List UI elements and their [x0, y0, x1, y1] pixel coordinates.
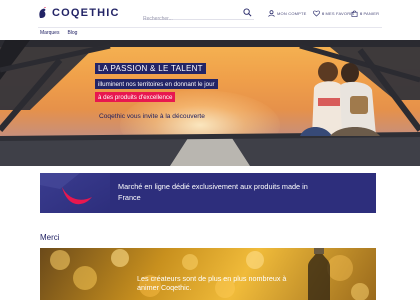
nav-item-blog[interactable]: Blog [67, 30, 77, 38]
search-icon[interactable] [243, 8, 252, 17]
favorites-count: 0 [322, 10, 325, 16]
favorites-link[interactable]: 0 MES FAVORIS [313, 8, 354, 18]
user-icon [268, 9, 275, 17]
site-header: COQETHIC MON COMPTE 0 MES FAVORIS 0 PANI… [0, 0, 420, 27]
search-bar [143, 7, 254, 25]
hero-title: LA PASSION & LE TALENT [95, 63, 206, 74]
account-link[interactable]: MON COMPTE [268, 8, 307, 18]
cart-label: PANIER [363, 10, 380, 16]
banner-text: Marché en ligne dédié exclusivement aux … [118, 182, 308, 202]
creators-card[interactable]: Les créateurs sont de plus en plus nombr… [40, 248, 376, 300]
hero-subtitle: Coqethic vous invite à la découverte [99, 113, 205, 120]
hero-line-2: illuminent nos territoires en donnant le… [95, 79, 218, 89]
cart-count: 0 [360, 10, 363, 16]
heart-icon [313, 10, 320, 17]
nav-item-marques[interactable]: Marques [40, 30, 59, 38]
section-title: Merci [40, 233, 60, 242]
header-divider [38, 27, 382, 28]
flag-swoosh-icon [40, 173, 110, 213]
cart-link[interactable]: 0 PANIER [351, 8, 379, 18]
hero-banner[interactable]: LA PASSION & LE TALENT illuminent nos te… [0, 40, 420, 166]
card-text: Les créateurs sont de plus en plus nombr… [137, 274, 287, 292]
shopping-bag-icon [351, 10, 358, 17]
search-input[interactable] [143, 13, 235, 25]
logo-text: COQETHIC [52, 7, 120, 19]
main-nav: Marques Blog [40, 30, 77, 38]
rooster-logo-icon [39, 7, 46, 18]
hero-bridge-illustration [0, 40, 420, 166]
hero-line-3: à des produits d'excellence [95, 92, 176, 102]
made-in-france-banner[interactable]: Marché en ligne dédié exclusivement aux … [40, 173, 376, 213]
account-label: MON COMPTE [277, 10, 307, 16]
logo[interactable]: COQETHIC [38, 6, 120, 20]
